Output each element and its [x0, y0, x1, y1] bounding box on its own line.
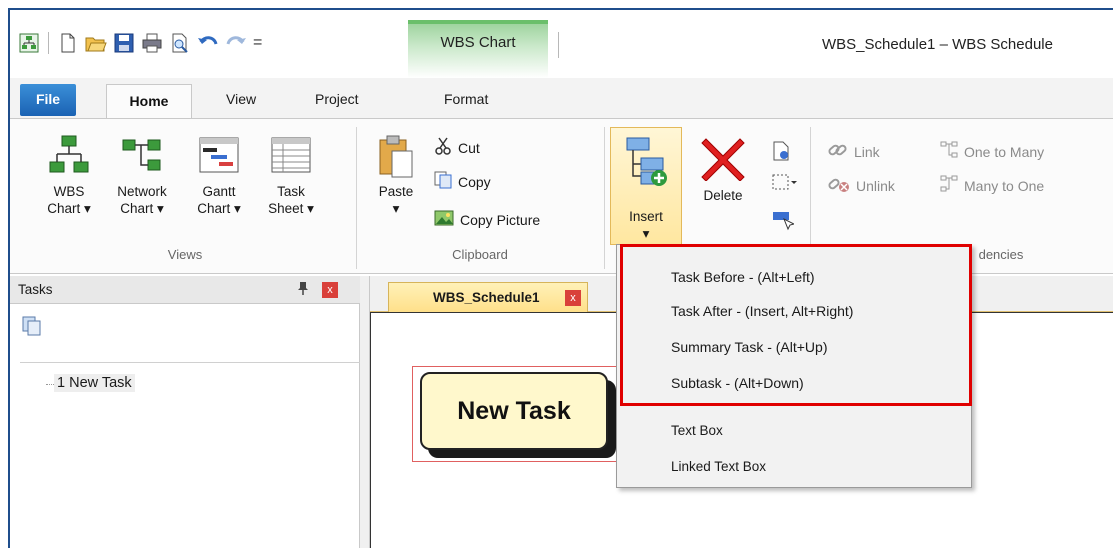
link-label: Link: [854, 143, 880, 160]
one-to-many-label: One to Many: [964, 143, 1045, 160]
ribbon-tabs: File Home View Project Format: [10, 78, 1113, 118]
redo-icon[interactable]: [225, 32, 247, 54]
gantt-chart-label-1: Gantt: [202, 184, 236, 199]
wbs-chart-label-2: Chart ▾: [47, 201, 91, 216]
save-icon[interactable]: [113, 32, 135, 54]
many-to-one-button[interactable]: Many to One: [940, 175, 1044, 196]
wbs-chart-label-1: WBS: [53, 184, 85, 199]
panel-splitter[interactable]: [360, 276, 370, 548]
clipboard-group-label: Clipboard: [452, 247, 508, 262]
unlink-button[interactable]: Unlink: [828, 175, 895, 196]
document-tab-label: WBS_Schedule1: [433, 290, 540, 305]
quick-access-toolbar: =: [18, 32, 262, 54]
app-window: = WBS Chart WBS_Schedule1 – WBS Schedule…: [8, 8, 1113, 548]
customize-qat-button[interactable]: =: [253, 34, 262, 52]
tab-view[interactable]: View: [226, 91, 256, 107]
tab-home[interactable]: Home: [106, 84, 192, 118]
title-separator: [558, 32, 559, 58]
wbs-chart-button[interactable]: WBS Chart ▾: [44, 135, 94, 217]
group-separator: [356, 127, 357, 269]
tasks-tree-icon[interactable]: [22, 316, 42, 339]
insert-button[interactable]: Insert ▾: [610, 127, 682, 245]
tasks-panel-close-button[interactable]: x: [322, 282, 338, 298]
tree-divider: [20, 362, 360, 363]
paste-button[interactable]: Paste ▾: [370, 135, 422, 217]
cut-button[interactable]: Cut: [434, 137, 480, 158]
tasks-panel: 1 New Task: [10, 304, 360, 548]
paste-dropdown-arrow[interactable]: ▾: [370, 200, 422, 217]
task-info-icon[interactable]: [772, 141, 790, 164]
window-title: WBS_Schedule1 – WBS Schedule: [822, 36, 1053, 53]
many-to-one-icon: [940, 175, 958, 196]
copy-picture-label: Copy Picture: [460, 211, 541, 228]
context-tab-wbs-chart: WBS Chart: [408, 20, 548, 78]
print-icon[interactable]: [141, 32, 163, 54]
title-bar: = WBS Chart WBS_Schedule1 – WBS Schedule: [10, 10, 1113, 78]
menu-item-linked-text-box[interactable]: Linked Text Box: [671, 459, 766, 474]
scissors-icon: [434, 137, 452, 158]
many-to-one-label: Many to One: [964, 177, 1045, 194]
one-to-many-button[interactable]: One to Many: [940, 141, 1044, 162]
tasks-panel-title: Tasks: [18, 282, 53, 297]
context-tab-label: WBS Chart: [440, 34, 516, 51]
delete-icon: [700, 135, 746, 182]
highlight-box: [620, 244, 972, 406]
delete-label: Delete: [703, 188, 743, 203]
wbs-chart-icon: [49, 135, 89, 175]
network-chart-label-1: Network: [117, 184, 167, 199]
task-sheet-button[interactable]: Task Sheet ▾: [260, 135, 322, 217]
tab-format[interactable]: Format: [444, 91, 488, 107]
paste-icon: [376, 135, 416, 178]
copy-picture-icon: [434, 209, 454, 230]
cut-label: Cut: [458, 139, 480, 156]
unlink-label: Unlink: [856, 177, 895, 194]
copy-button[interactable]: Copy: [434, 171, 491, 192]
tasks-panel-header: Tasks x: [10, 276, 362, 304]
paste-label: Paste: [378, 184, 414, 199]
insert-task-icon: [625, 136, 669, 189]
insert-dropdown-arrow[interactable]: ▾: [611, 225, 681, 242]
copy-label: Copy: [458, 173, 491, 190]
task-sheet-label-2: Sheet ▾: [268, 201, 314, 216]
app-icon[interactable]: [18, 32, 40, 54]
gantt-chart-label-2: Chart ▾: [197, 201, 241, 216]
task-sheet-label-1: Task: [277, 184, 305, 199]
tab-project[interactable]: Project: [315, 91, 359, 107]
views-group-label: Views: [167, 247, 203, 262]
document-tab-close-button[interactable]: x: [565, 290, 581, 306]
group-separator: [604, 127, 605, 269]
print-preview-icon[interactable]: [169, 32, 191, 54]
insert-label-text: Insert: [629, 209, 663, 224]
network-chart-label-2: Chart ▾: [120, 201, 164, 216]
link-icon: [828, 141, 848, 162]
task-node[interactable]: New Task: [420, 372, 608, 450]
insert-label: Insert ▾: [611, 208, 681, 242]
dependencies-group-label: dencies: [978, 247, 1024, 262]
gantt-chart-icon: [199, 135, 239, 175]
unlink-icon: [828, 175, 850, 196]
menu-item-text-box[interactable]: Text Box: [671, 423, 723, 438]
copy-picture-button[interactable]: Copy Picture: [434, 209, 540, 230]
delete-button[interactable]: Delete: [696, 135, 750, 204]
pin-icon[interactable]: [296, 281, 310, 298]
gantt-chart-button[interactable]: Gantt Chart ▾: [188, 135, 250, 217]
select-dropdown-icon[interactable]: [772, 173, 798, 196]
open-icon[interactable]: [85, 32, 107, 54]
qat-separator: [48, 32, 49, 54]
undo-icon[interactable]: [197, 32, 219, 54]
one-to-many-icon: [940, 141, 958, 162]
copy-icon: [434, 171, 452, 192]
link-button[interactable]: Link: [828, 141, 880, 162]
network-chart-icon: [122, 135, 162, 175]
task-tree-item[interactable]: 1 New Task: [54, 374, 135, 392]
tab-file[interactable]: File: [20, 84, 76, 116]
document-tab-wbs-schedule1[interactable]: WBS_Schedule1 x: [388, 282, 588, 312]
network-chart-button[interactable]: Network Chart ▾: [110, 135, 174, 217]
move-task-icon[interactable]: [772, 209, 796, 234]
new-icon[interactable]: [57, 32, 79, 54]
task-sheet-icon: [271, 135, 311, 175]
